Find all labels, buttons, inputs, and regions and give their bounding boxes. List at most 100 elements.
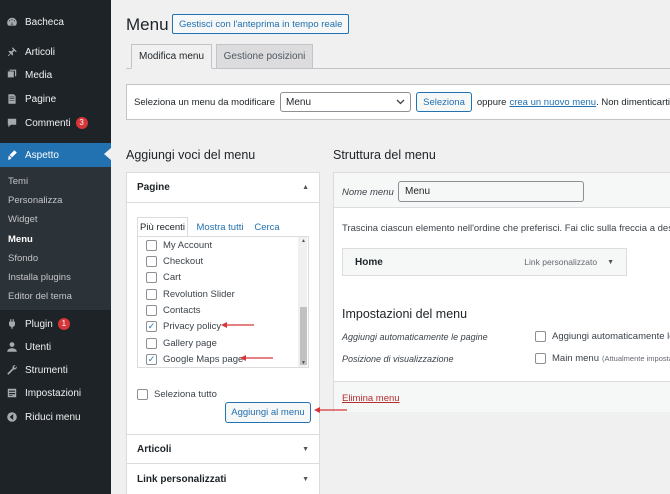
sidebar-item-label: Bacheca	[25, 16, 64, 28]
list-item[interactable]: Cart	[146, 270, 181, 284]
select-menu-label: Seleziona un menu da modificare	[134, 96, 276, 108]
menu-select-bar: Seleziona un menu da modificare Menu Sel…	[126, 84, 670, 120]
sidebar-item-label: Commenti	[25, 117, 71, 129]
delete-menu-link[interactable]: Elimina menu	[342, 393, 400, 404]
display-location-label: Posizione di visualizzazione	[342, 354, 454, 364]
checkbox[interactable]	[535, 331, 546, 342]
comments-count-badge: 3	[75, 117, 88, 129]
menu-structure-panel: Nome menu Menu Trascina ciascun elemento…	[333, 172, 670, 412]
checkbox[interactable]	[146, 337, 157, 349]
auto-add-pages-label: Aggiungi automaticamente le pagine	[342, 332, 488, 342]
live-preview-button[interactable]: Gestisci con l'anteprima in tempo reale	[172, 14, 350, 34]
checkbox[interactable]	[146, 271, 157, 283]
submenu-item-theme-editor[interactable]: Editor del tema	[8, 291, 72, 302]
comment-icon	[5, 117, 18, 130]
collapse-icon	[5, 411, 18, 424]
submenu-item-customize[interactable]: Personalizza	[8, 195, 62, 206]
main-menu-location-option[interactable]: Main menu (Attualmente imposta	[535, 353, 670, 364]
chevron-down-icon	[396, 97, 405, 108]
checkbox[interactable]	[146, 304, 157, 316]
menu-settings-heading: Impostazioni del menu	[342, 307, 468, 321]
scroll-up-icon[interactable]: ▲	[300, 238, 307, 244]
list-item-label: My Account	[163, 239, 213, 251]
list-item[interactable]: Gallery page	[146, 336, 217, 350]
menu-item-title: Home	[355, 256, 383, 268]
submenu-item-menus[interactable]: Menu	[8, 234, 33, 245]
triangle-down-icon: ▼	[302, 445, 309, 453]
main-menu-location-value: Main menu	[552, 353, 599, 364]
pages-checklist: My Account Checkout Cart Revolution Slid…	[137, 236, 309, 368]
checkbox[interactable]	[535, 353, 546, 364]
select-all-label: Seleziona tutto	[154, 389, 217, 400]
list-item-label: Cart	[163, 271, 181, 283]
menu-name-bar: Nome menu Menu	[334, 173, 670, 208]
sidebar-item-dashboard[interactable]: Bacheca	[0, 11, 111, 33]
sidebar-item-settings[interactable]: Impostazioni	[0, 382, 111, 404]
triangle-up-icon: ▲	[302, 184, 309, 191]
scroll-down-icon[interactable]: ▼	[300, 360, 307, 366]
menu-select-dropdown[interactable]: Menu	[280, 92, 412, 112]
sidebar-item-posts[interactable]: Articoli	[0, 41, 111, 63]
scrollbar-thumb[interactable]	[300, 307, 307, 365]
custom-links-section-header[interactable]: Link personalizzati ▼	[127, 465, 319, 494]
page-title: Menu	[126, 15, 169, 34]
sidebar-item-label: Strumenti	[25, 364, 68, 376]
menu-item[interactable]: Home Link personalizzato ▼	[342, 248, 627, 276]
annotation-arrow-privacy	[221, 322, 254, 328]
add-to-menu-button[interactable]: Aggiungi al menu	[225, 402, 311, 423]
checkbox[interactable]	[146, 239, 157, 251]
posts-section-header[interactable]: Articoli ▼	[127, 434, 319, 464]
auto-add-pages-option[interactable]: Aggiungi automaticamente le	[535, 331, 670, 342]
select-menu-button[interactable]: Seleziona	[416, 92, 472, 112]
tab-manage-locations[interactable]: Gestione posizioni	[216, 44, 313, 68]
sidebar-item-users[interactable]: Utenti	[0, 336, 111, 358]
tab-edit-menus[interactable]: Modifica menu	[131, 44, 212, 69]
menu-name-label: Nome menu	[342, 187, 394, 198]
sidebar-item-tools[interactable]: Strumenti	[0, 359, 111, 381]
auto-add-pages-value: Aggiungi automaticamente le	[552, 331, 670, 342]
submenu-item-widgets[interactable]: Widget	[8, 214, 38, 225]
checkbox-checked[interactable]: ✓	[146, 353, 157, 365]
sidebar-item-label: Aspetto	[25, 149, 59, 161]
dashboard-icon	[5, 16, 18, 29]
list-item[interactable]: ✓ Privacy policy	[146, 319, 221, 333]
list-item[interactable]: ✓ Google Maps page	[146, 352, 243, 366]
pages-tabs: Più recenti Mostra tutti Cerca	[137, 217, 309, 237]
pages-section-header[interactable]: Pagine ▲	[127, 173, 319, 203]
checkbox-checked[interactable]: ✓	[146, 320, 157, 332]
custom-links-section-title: Link personalizzati	[137, 474, 227, 485]
checkbox[interactable]	[146, 255, 157, 267]
page-icon	[5, 93, 18, 106]
list-item-label: Revolution Slider	[163, 288, 235, 300]
list-item-label: Google Maps page	[163, 353, 244, 365]
sidebar-item-label: Riduci menu	[25, 411, 81, 423]
create-new-menu-link[interactable]: crea un nuovo menu	[509, 97, 596, 108]
tab-view-all[interactable]: Mostra tutti	[195, 217, 245, 237]
submenu-item-themes[interactable]: Temi	[8, 176, 28, 187]
sidebar-item-label: Impostazioni	[25, 387, 82, 399]
collapse-menu-button[interactable]: Riduci menu	[0, 406, 111, 428]
sidebar-item-pages[interactable]: Pagine	[0, 88, 111, 110]
checkbox[interactable]	[137, 389, 148, 400]
tab-search[interactable]: Cerca	[253, 217, 281, 237]
list-item[interactable]: Checkout	[146, 254, 203, 268]
submenu-item-install-plugins[interactable]: Installa plugins	[8, 272, 71, 283]
sidebar-item-label: Plugin	[25, 318, 53, 330]
list-item-label: Checkout	[163, 255, 204, 267]
location-note: (Attualmente imposta	[602, 354, 670, 363]
sidebar-item-appearance[interactable]: Aspetto	[0, 143, 111, 167]
sidebar-item-media[interactable]: Media	[0, 64, 111, 86]
triangle-down-icon[interactable]: ▼	[607, 259, 614, 266]
list-item[interactable]: Revolution Slider	[146, 287, 235, 301]
list-item[interactable]: Contacts	[146, 303, 201, 317]
sidebar-item-comments[interactable]: Commenti 3	[0, 112, 111, 134]
menu-name-input[interactable]: Menu	[398, 181, 584, 202]
submenu-item-background[interactable]: Sfondo	[8, 253, 38, 264]
checkbox[interactable]	[146, 288, 157, 300]
sidebar-item-label: Articoli	[25, 46, 56, 58]
sidebar-item-plugins[interactable]: Plugin 1	[0, 313, 111, 335]
list-item-label: Contacts	[163, 304, 201, 316]
select-all-control[interactable]: Seleziona tutto	[137, 389, 217, 400]
tab-most-recent[interactable]: Più recenti	[137, 217, 188, 237]
list-item[interactable]: My Account	[146, 238, 212, 252]
